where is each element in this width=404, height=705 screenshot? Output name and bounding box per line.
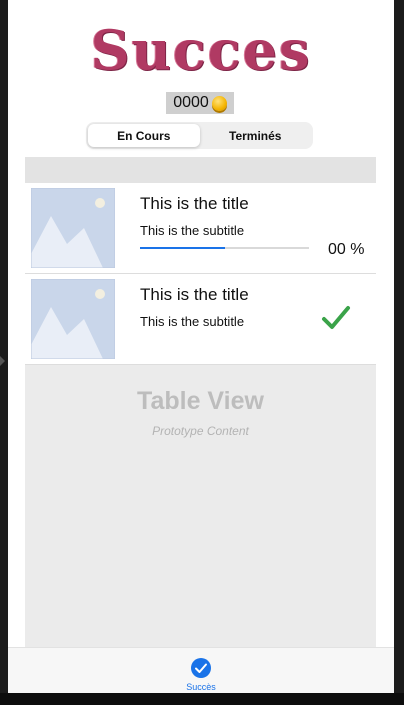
row-title: This is the title <box>140 285 249 304</box>
row-subtitle: This is the subtitle <box>140 223 245 238</box>
row-subtitle: This is the subtitle <box>140 314 245 329</box>
app-screen: Succes 0000 En Cours Terminés This is th… <box>8 0 394 693</box>
checkmark-icon <box>322 306 350 329</box>
table-placeholder-title: Table View <box>137 387 264 415</box>
progress-percent: 00 % <box>328 241 365 258</box>
segment-termines[interactable]: Terminés <box>200 124 312 147</box>
table-placeholder-subtitle: Prototype Content <box>152 424 249 438</box>
bottom-strip <box>0 693 404 705</box>
image-placeholder-icon <box>31 279 115 359</box>
segmented-control: En Cours Terminés <box>86 122 313 149</box>
progress-bar <box>140 247 309 249</box>
table-row[interactable]: This is the title This is the subtitle 0… <box>25 183 376 274</box>
side-indicator <box>0 356 5 366</box>
tab-succes-label[interactable]: Succès <box>8 682 394 692</box>
table-row[interactable]: This is the title This is the subtitle <box>25 274 376 365</box>
image-placeholder-icon <box>31 188 115 268</box>
check-circle-icon[interactable] <box>190 657 212 679</box>
coin-icon <box>211 95 227 111</box>
coin-count: 0000 <box>173 94 209 111</box>
table-header <box>25 157 376 183</box>
app-title: Succes <box>90 18 312 82</box>
tab-bar: Succès <box>8 647 394 693</box>
row-title: This is the title <box>140 194 249 213</box>
coin-counter: 0000 <box>166 92 234 114</box>
progress-fill <box>140 247 225 249</box>
table-view: This is the title This is the subtitle 0… <box>25 157 376 647</box>
segment-en-cours[interactable]: En Cours <box>88 124 200 147</box>
